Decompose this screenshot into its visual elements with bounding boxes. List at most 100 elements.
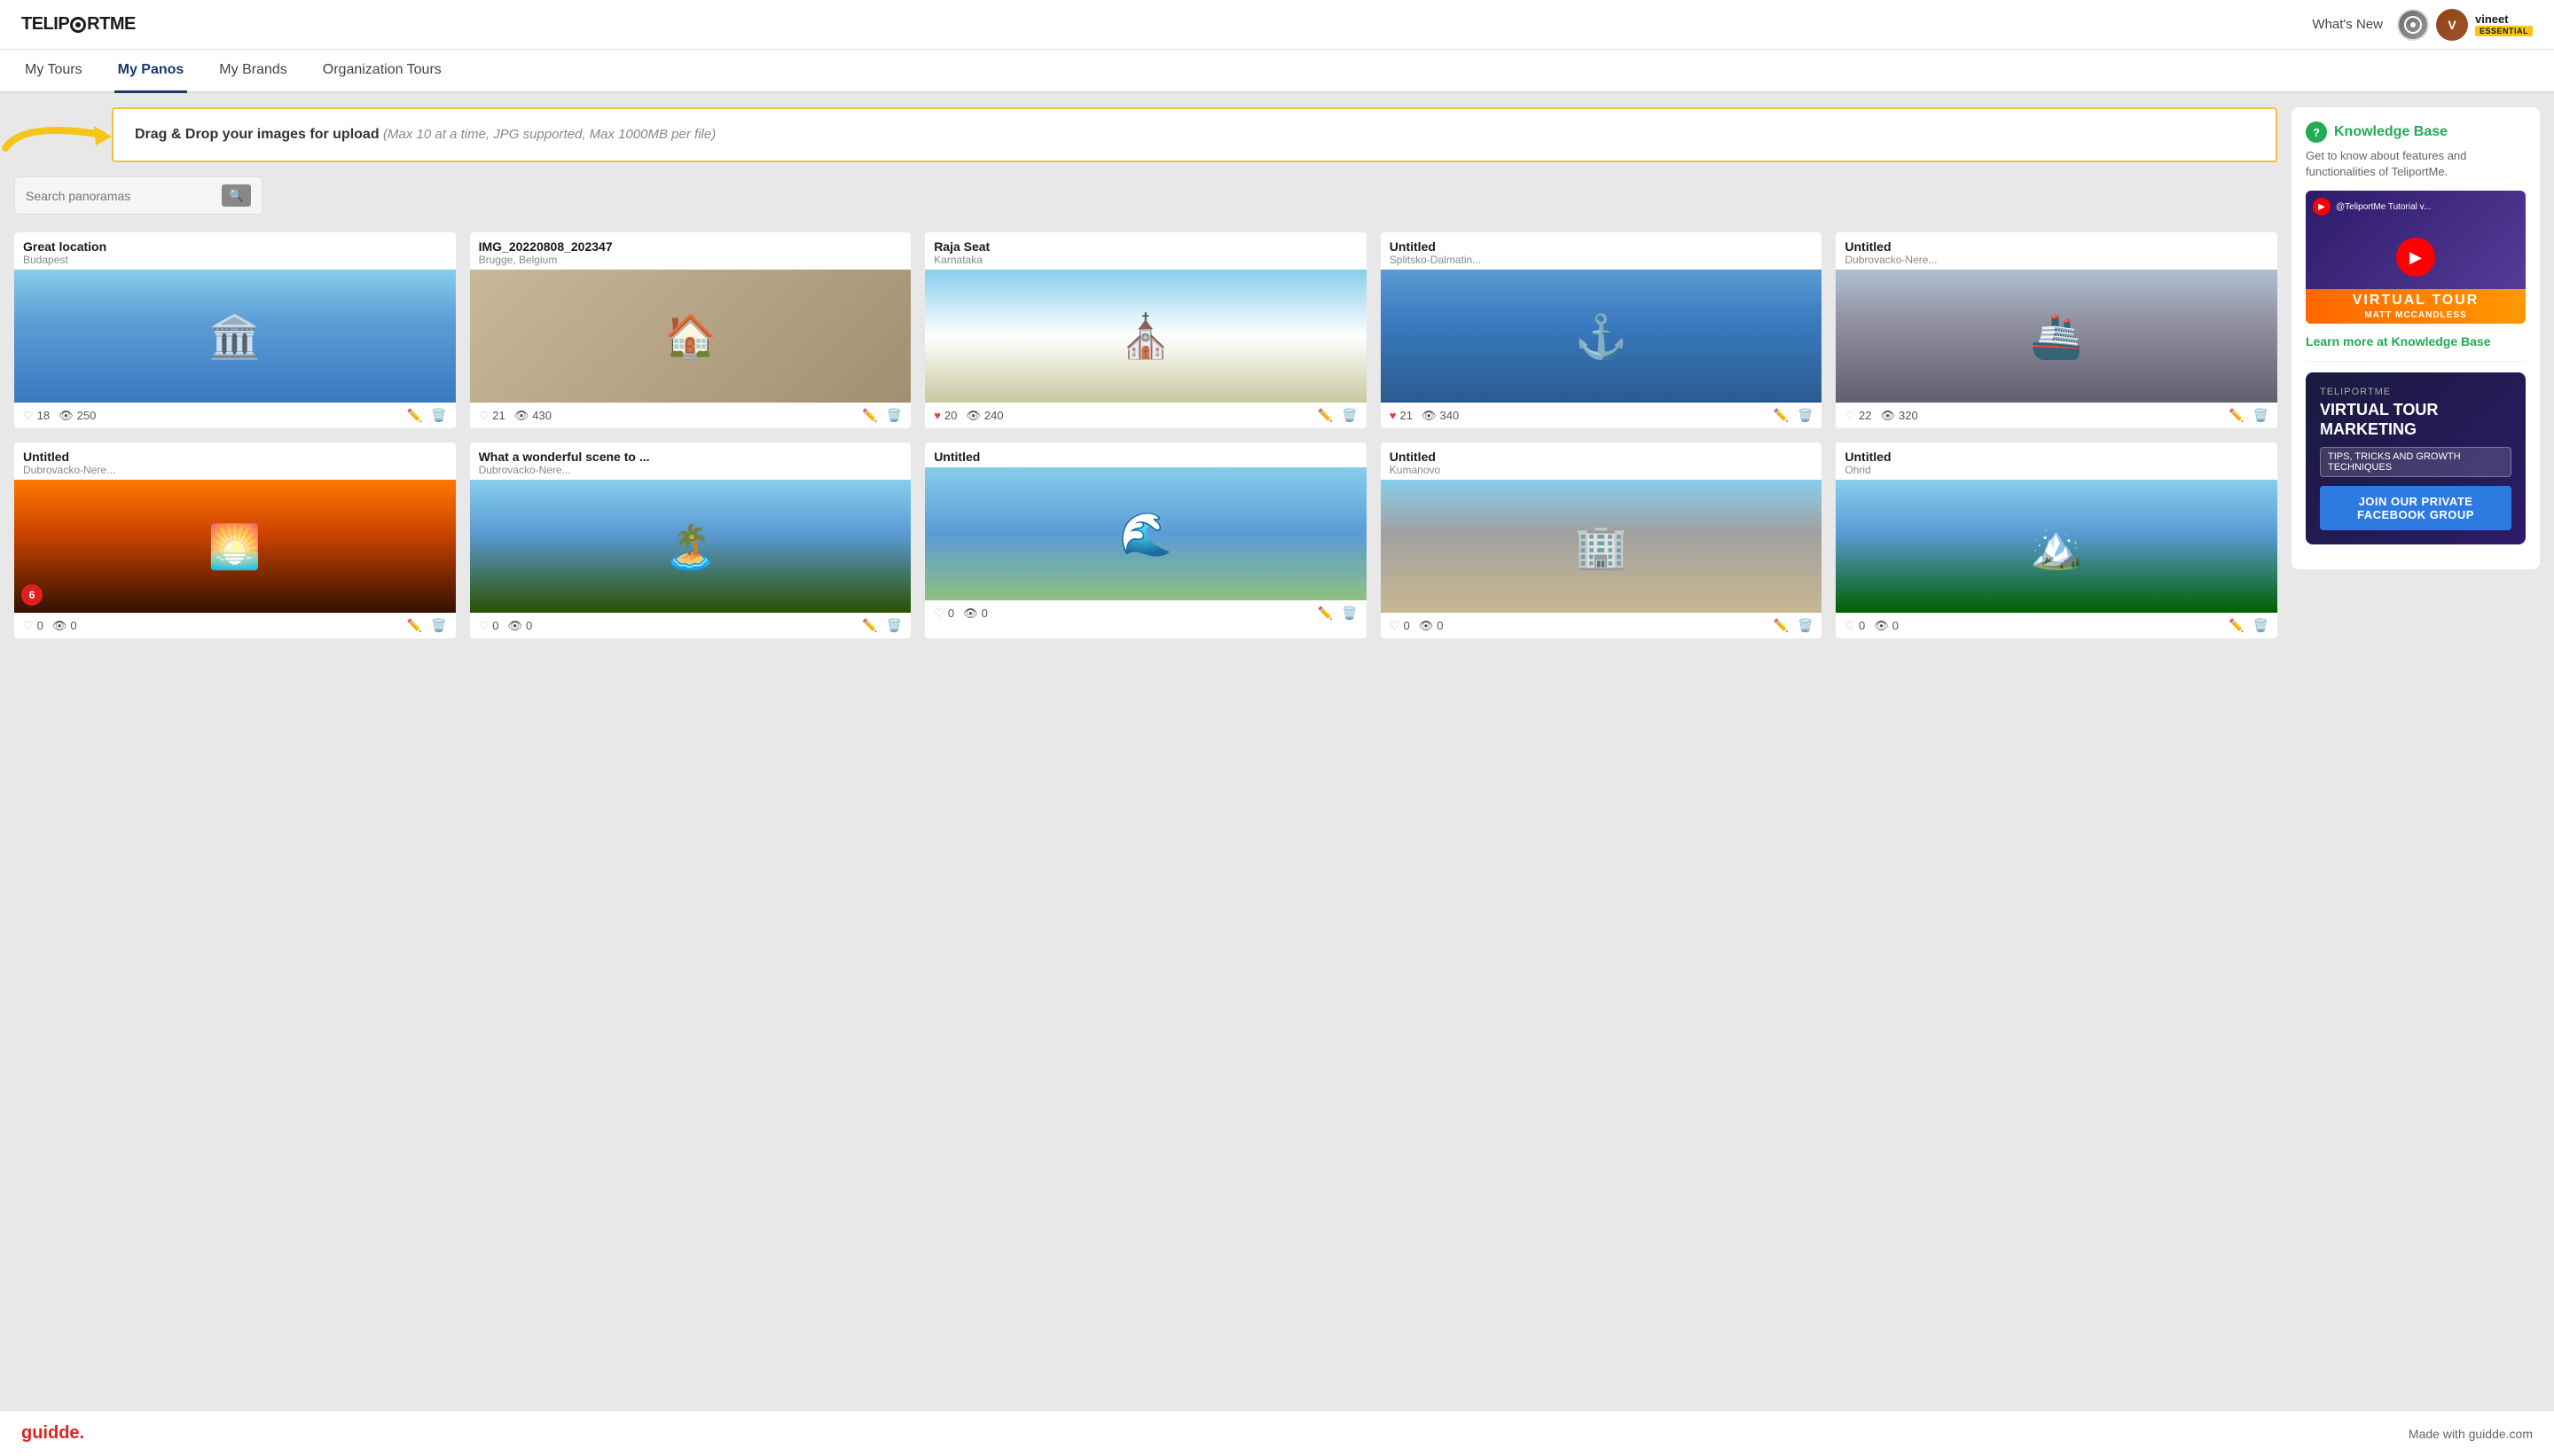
pano-thumbnail[interactable]: 🚢 (1836, 270, 2277, 403)
delete-button[interactable]: 🗑️ (2253, 408, 2268, 423)
pano-title: Great location (23, 239, 447, 254)
sidebar: ? Knowledge Base Get to know about featu… (2292, 107, 2540, 638)
delete-button[interactable]: 🗑️ (2253, 618, 2268, 633)
drop-zone-subtext: (Max 10 at a time, JPG supported, Max 10… (383, 127, 716, 142)
drop-zone-wrapper: Drag & Drop your images for upload (Max … (14, 107, 2277, 162)
drop-zone-text: Drag & Drop your images for upload (135, 127, 383, 142)
knowledge-base-card: ? Knowledge Base Get to know about featu… (2292, 107, 2540, 569)
edit-button[interactable]: ✏️ (1774, 618, 1789, 633)
marketing-sub: TIPS, TRICKS AND GROWTH TECHNIQUES (2320, 447, 2511, 477)
tab-org-tours[interactable]: Organization Tours (319, 50, 445, 93)
learn-more-link[interactable]: Learn more at Knowledge Base (2306, 334, 2491, 348)
pano-card: What a wonderful scene to ... Dubrovacko… (470, 442, 912, 638)
pano-title: Untitled (23, 450, 447, 464)
pano-location: Kumanovo (1390, 464, 1814, 476)
pano-thumbnail[interactable]: 🏠 (470, 270, 912, 403)
pano-thumbnail[interactable]: 🏔️ (1836, 480, 2277, 613)
search-input[interactable] (26, 189, 222, 203)
search-bar: 🔍 (14, 176, 262, 215)
delete-button[interactable]: 🗑️ (1798, 618, 1813, 633)
pano-card: Raja Seat Karnataka ⛪ ♥ 20 👁 240 (925, 232, 1367, 428)
guidde-logo: guidde. (21, 1423, 84, 1444)
teliport-avatar[interactable] (2397, 9, 2429, 41)
pano-location: Karnataka (934, 254, 1358, 266)
edit-button[interactable]: ✏️ (862, 618, 877, 633)
pano-thumbnail[interactable]: 🏛️ (14, 270, 456, 403)
video-channel: @TeliportMe Tutorial v... (2336, 202, 2431, 212)
pano-thumbnail[interactable]: 🏢 (1381, 480, 1822, 613)
delete-button[interactable]: 🗑️ (887, 408, 902, 423)
content-area: Drag & Drop your images for upload (Max … (14, 107, 2277, 638)
marketing-title: VIRTUAL TOUR MARKETING (2320, 401, 2511, 439)
pano-title: Untitled (1390, 239, 1814, 254)
delete-button[interactable]: 🗑️ (431, 408, 446, 423)
delete-button[interactable]: 🗑️ (887, 618, 902, 633)
pano-actions: ♥ 20 👁 240 ✏️ 🗑️ (925, 403, 1367, 428)
pano-title: Untitled (1390, 450, 1814, 464)
facebook-group-button[interactable]: JOIN OUR PRIVATE FACEBOOK GROUP (2320, 486, 2511, 530)
pano-title: What a wonderful scene to ... (479, 450, 903, 464)
pano-likes: ♡ 18 (23, 409, 50, 423)
pano-thumbnail[interactable]: 🌅 6 (14, 480, 456, 613)
tab-my-tours[interactable]: My Tours (21, 50, 86, 93)
video-thumbnail[interactable]: ▶ @TeliportMe Tutorial v... ▶ VIRTUAL TO… (2306, 191, 2526, 324)
edit-button[interactable]: ✏️ (1318, 408, 1333, 423)
virtual-tour-badge: VIRTUAL TOUR MATT MCCANDLESS (2306, 289, 2526, 324)
notification-badge: 6 (21, 584, 43, 606)
main-layout: Drag & Drop your images for upload (Max … (0, 93, 2554, 653)
drop-zone[interactable]: Drag & Drop your images for upload (Max … (112, 107, 2277, 162)
marketing-card: TELIPORTME VIRTUAL TOUR MARKETING TIPS, … (2306, 372, 2526, 544)
pano-actions: ♡ 21 👁 430 ✏️ 🗑️ (470, 403, 912, 428)
pano-actions: ♡ 22 👁 320 ✏️ 🗑️ (1836, 403, 2277, 428)
user-name: vineet (2475, 12, 2533, 26)
delete-button[interactable]: 🗑️ (1798, 408, 1813, 423)
pano-actions: ♡ 0 👁 0 ✏️ 🗑️ (925, 600, 1367, 626)
edit-button[interactable]: ✏️ (2229, 618, 2244, 633)
delete-button[interactable]: 🗑️ (1342, 606, 1357, 621)
pano-card: Untitled 🌊 ♡ 0 👁 0 ✏️ (925, 442, 1367, 638)
tab-my-brands[interactable]: My Brands (215, 50, 290, 93)
edit-button[interactable]: ✏️ (1774, 408, 1789, 423)
pano-thumbnail[interactable]: ⚓ (1381, 270, 1822, 403)
sidebar-divider (2306, 361, 2526, 362)
kb-header: ? Knowledge Base (2306, 121, 2526, 143)
pano-card: Untitled Kumanovo 🏢 ♡ 0 👁 0 (1381, 442, 1822, 638)
pano-actions: ♡ 0 👁 0 ✏️ 🗑️ (1381, 613, 1822, 638)
tab-my-panos[interactable]: My Panos (114, 50, 188, 93)
pano-actions: ♥ 21 👁 340 ✏️ 🗑️ (1381, 403, 1822, 428)
whats-new-link[interactable]: What's New (2312, 17, 2383, 32)
pano-location: Budapest (23, 254, 447, 266)
edit-button[interactable]: ✏️ (862, 408, 877, 423)
edit-button[interactable]: ✏️ (407, 408, 422, 423)
pano-thumbnail[interactable]: 🏝️ (470, 480, 912, 613)
footer: guidde. Made with guidde.com (0, 1410, 2554, 1456)
pano-grid: Great location Budapest 🏛️ ♡ 18 👁 250 (14, 232, 2277, 638)
edit-button[interactable]: ✏️ (407, 618, 422, 633)
pano-actions: ♡ 18 👁 250 ✏️ 🗑️ (14, 403, 456, 428)
user-badge: ESSENTIAL (2475, 26, 2533, 36)
pano-title: Untitled (1845, 239, 2268, 254)
pano-title: IMG_20220808_202347 (479, 239, 903, 254)
knowledge-base-title: Knowledge Base (2334, 124, 2448, 140)
search-button[interactable]: 🔍 (222, 184, 251, 207)
arrow-indicator (0, 108, 121, 161)
avatar-group: V vineet ESSENTIAL (2397, 9, 2533, 41)
pano-title: Untitled (1845, 450, 2268, 464)
pano-card: Untitled Dubrovacko-Nere... 🌅 6 ♡ 0 👁 0 (14, 442, 456, 638)
edit-button[interactable]: ✏️ (2229, 408, 2244, 423)
user-avatar[interactable]: V (2436, 9, 2468, 41)
play-button[interactable]: ▶ (2396, 238, 2435, 277)
delete-button[interactable]: 🗑️ (1342, 408, 1357, 423)
edit-button[interactable]: ✏️ (1318, 606, 1333, 621)
pano-actions: ♡ 0 👁 0 ✏️ 🗑️ (1836, 613, 2277, 638)
pano-location: Dubrovacko-Nere... (479, 464, 903, 476)
delete-button[interactable]: 🗑️ (431, 618, 446, 633)
knowledge-base-desc: Get to know about features and functiona… (2306, 148, 2526, 180)
footer-text: Made with guidde.com (2409, 1427, 2533, 1441)
pano-card: Great location Budapest 🏛️ ♡ 18 👁 250 (14, 232, 456, 428)
pano-thumbnail[interactable]: ⛪ (925, 270, 1367, 403)
logo[interactable]: TELIP RTME (21, 14, 136, 35)
pano-location: Dubrovacko-Nere... (1845, 254, 2268, 266)
pano-thumbnail[interactable]: 🌊 (925, 467, 1367, 600)
knowledge-base-icon: ? (2306, 121, 2327, 143)
